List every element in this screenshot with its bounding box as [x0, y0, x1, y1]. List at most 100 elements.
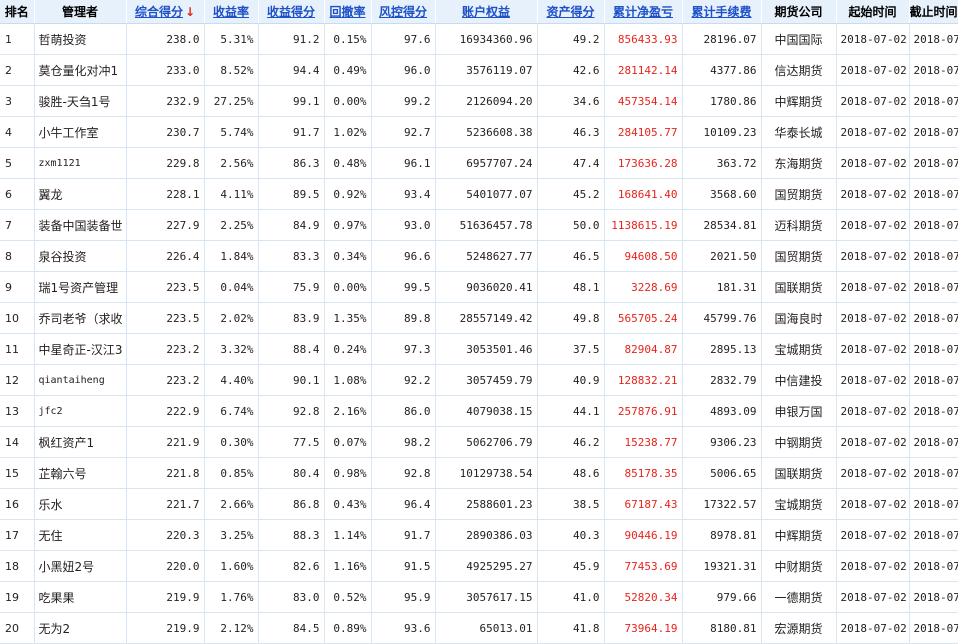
- table-row[interactable]: 4 小牛工作室 230.7 5.74% 91.7 1.02% 92.7 5236608.38 4…: [0, 116, 958, 148]
- cell-manager: 乐水: [34, 488, 127, 520]
- cell-end-time: 2018-07-13: [909, 178, 958, 210]
- cell-return-score: 83.0: [258, 581, 325, 613]
- ranking-table: 排名 管理者 综合得分 ↓ 收益率 收益得分 回撤率 风控得分 账户权益 资产得分…: [0, 0, 958, 644]
- cell-return-rate: 6.74%: [204, 395, 259, 427]
- cell-return-score: 80.4: [258, 457, 325, 489]
- cell-start-time: 2018-07-02: [836, 333, 910, 365]
- cell-return-rate: 3.32%: [204, 333, 259, 365]
- header-total-score[interactable]: 综合得分 ↓: [126, 0, 205, 24]
- cell-total-score: 230.7: [126, 116, 205, 148]
- header-asset-score[interactable]: 资产得分: [537, 0, 605, 24]
- cell-end-time: 2018-07-13: [909, 209, 958, 241]
- cell-drawdown: 0.24%: [324, 333, 372, 365]
- table-row[interactable]: 6 翼龙 228.1 4.11% 89.5 0.92% 93.4 5401077.07 45.2…: [0, 178, 958, 210]
- cell-start-time: 2018-07-02: [836, 488, 910, 520]
- cell-return-score: 86.8: [258, 488, 325, 520]
- table-row[interactable]: 14 枫红资产1 221.9 0.30% 77.5 0.07% 98.2 5062706.79…: [0, 426, 958, 458]
- table-row[interactable]: 9 瑞1号资产管理 223.5 0.04% 75.9 0.00% 99.5 9036020.4…: [0, 271, 958, 303]
- cell-fees: 28534.81: [682, 209, 762, 241]
- cell-drawdown: 0.34%: [324, 240, 372, 272]
- cell-equity: 5062706.79: [435, 426, 538, 458]
- cell-start-time: 2018-07-02: [836, 116, 910, 148]
- cell-return-rate: 0.04%: [204, 271, 259, 303]
- table-row[interactable]: 12 qiantaiheng 223.2 4.40% 90.1 1.08% 92.2 3057…: [0, 364, 958, 396]
- cell-rank: 13: [0, 395, 35, 427]
- cell-total-score: 219.9: [126, 612, 205, 644]
- cell-drawdown: 0.48%: [324, 147, 372, 179]
- cell-return-rate: 1.60%: [204, 550, 259, 582]
- cell-end-time: 2018-07-13: [909, 85, 958, 117]
- header-end-time: 截止时间: [909, 0, 958, 24]
- cell-asset-score: 47.4: [537, 147, 605, 179]
- cell-risk-score: 93.4: [371, 178, 436, 210]
- header-return-rate[interactable]: 收益率: [204, 0, 259, 24]
- cell-asset-score: 42.6: [537, 54, 605, 86]
- cell-company: 信达期货: [761, 54, 837, 86]
- cell-return-rate: 2.66%: [204, 488, 259, 520]
- cell-total-score: 233.0: [126, 54, 205, 86]
- cell-start-time: 2018-07-02: [836, 271, 910, 303]
- table-row[interactable]: 18 小黑妞2号 220.0 1.60% 82.6 1.16% 91.5 4925295.27…: [0, 550, 958, 582]
- cell-end-time: 2018-07-13: [909, 271, 958, 303]
- header-drawdown[interactable]: 回撤率: [324, 0, 372, 24]
- cell-fees: 45799.76: [682, 302, 762, 334]
- cell-equity: 4079038.15: [435, 395, 538, 427]
- cell-manager: 枫红资产1: [34, 426, 127, 458]
- cell-risk-score: 99.2: [371, 85, 436, 117]
- cell-risk-score: 97.6: [371, 23, 436, 55]
- cell-equity: 6957707.24: [435, 147, 538, 179]
- table-row[interactable]: 2 莫仓量化对冲1 233.0 8.52% 94.4 0.49% 96.0 3576119.0…: [0, 54, 958, 86]
- table-row[interactable]: 8 泉谷投资 226.4 1.84% 83.3 0.34% 96.6 5248627.77 46…: [0, 240, 958, 272]
- table-row[interactable]: 16 乐水 221.7 2.66% 86.8 0.43% 96.4 2588601.23 38.…: [0, 488, 958, 520]
- cell-fees: 10109.23: [682, 116, 762, 148]
- cell-end-time: 2018-07-13: [909, 457, 958, 489]
- table-row[interactable]: 13 jfc2 222.9 6.74% 92.8 2.16% 86.0 4079038.15 4…: [0, 395, 958, 427]
- cell-fees: 4377.86: [682, 54, 762, 86]
- cell-asset-score: 44.1: [537, 395, 605, 427]
- cell-rank: 2: [0, 54, 35, 86]
- cell-company: 中辉期货: [761, 85, 837, 117]
- cell-fees: 8978.81: [682, 519, 762, 551]
- cell-asset-score: 41.8: [537, 612, 605, 644]
- cell-equity: 28557149.42: [435, 302, 538, 334]
- cell-asset-score: 50.0: [537, 209, 605, 241]
- table-row[interactable]: 7 装备中国装备世 227.9 2.25% 84.9 0.97% 93.0 51636457.…: [0, 209, 958, 241]
- table-row[interactable]: 19 吃果果 219.9 1.76% 83.0 0.52% 95.9 3057617.15 41…: [0, 581, 958, 613]
- header-return-score[interactable]: 收益得分: [258, 0, 325, 24]
- cell-company: 中辉期货: [761, 519, 837, 551]
- cell-net-profit: 90446.19: [604, 519, 683, 551]
- cell-fees: 2832.79: [682, 364, 762, 396]
- table-row[interactable]: 10 乔司老爷（求收 223.5 2.02% 83.9 1.35% 89.8 28557149…: [0, 302, 958, 334]
- table-row[interactable]: 17 无住 220.3 3.25% 88.3 1.14% 91.7 2890386.03 40.…: [0, 519, 958, 551]
- cell-rank: 8: [0, 240, 35, 272]
- cell-fees: 4893.09: [682, 395, 762, 427]
- cell-total-score: 223.5: [126, 302, 205, 334]
- table-row[interactable]: 20 无为2 219.9 2.12% 84.5 0.89% 93.6 65013.01 41.8…: [0, 612, 958, 644]
- cell-return-score: 88.4: [258, 333, 325, 365]
- header-risk-score[interactable]: 风控得分: [371, 0, 436, 24]
- header-net-profit[interactable]: 累计净盈亏: [604, 0, 683, 24]
- cell-end-time: 2018-07-13: [909, 364, 958, 396]
- cell-equity: 2126094.20: [435, 85, 538, 117]
- cell-return-rate: 2.02%: [204, 302, 259, 334]
- cell-return-score: 82.6: [258, 550, 325, 582]
- table-row[interactable]: 1 哲萌投资 238.0 5.31% 91.2 0.15% 97.6 16934360.96 4…: [0, 23, 958, 55]
- cell-manager: 芷翰六号: [34, 457, 127, 489]
- cell-end-time: 2018-07-13: [909, 23, 958, 55]
- cell-end-time: 2018-07-13: [909, 333, 958, 365]
- cell-return-score: 94.4: [258, 54, 325, 86]
- table-row[interactable]: 3 骏胜-天刍1号 232.9 27.25% 99.1 0.00% 99.2 2126094.…: [0, 85, 958, 117]
- cell-start-time: 2018-07-02: [836, 54, 910, 86]
- header-fees[interactable]: 累计手续费: [682, 0, 762, 24]
- cell-risk-score: 96.1: [371, 147, 436, 179]
- table-row[interactable]: 11 中星奇正-汉江3 223.2 3.32% 88.4 0.24% 97.3 3053501…: [0, 333, 958, 365]
- table-row[interactable]: 5 zxm1121 229.8 2.56% 86.3 0.48% 96.1 6957707.2…: [0, 147, 958, 179]
- cell-fees: 979.66: [682, 581, 762, 613]
- table-row[interactable]: 15 芷翰六号 221.8 0.85% 80.4 0.98% 92.8 10129738.54…: [0, 457, 958, 489]
- cell-start-time: 2018-07-02: [836, 519, 910, 551]
- cell-net-profit: 1138615.19: [604, 209, 683, 241]
- header-equity[interactable]: 账户权益: [435, 0, 538, 24]
- cell-return-score: 88.3: [258, 519, 325, 551]
- cell-equity: 3576119.07: [435, 54, 538, 86]
- cell-asset-score: 37.5: [537, 333, 605, 365]
